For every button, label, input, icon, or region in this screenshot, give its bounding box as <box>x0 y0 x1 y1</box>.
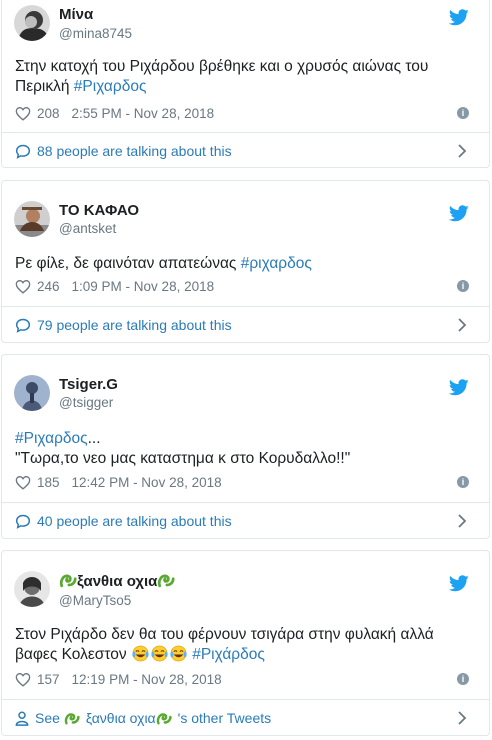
like-count[interactable]: 185 <box>37 475 60 490</box>
tweet-text-line: βαφες Κολεστον <box>15 646 131 663</box>
tweet-text: Στον Ριχάρδο δεν θα του φέρνουν τσιγάρα … <box>15 625 475 665</box>
tears-of-joy-emoji <box>131 645 188 663</box>
tweet-text: #Ριχαρδος... "Τωρα,το νεο μας καταστημα … <box>15 429 475 469</box>
tweet-meta: 185 12:42 PM - Nov 28, 2018 <box>15 473 222 491</box>
talking-about-text: 79 people are talking about this <box>37 317 232 333</box>
hashtag-link[interactable]: #Ριχαρδος <box>74 78 147 95</box>
author-handle[interactable]: @tsigger <box>59 395 113 410</box>
tweet-meta: 208 2:55 PM - Nov 28, 2018 <box>15 104 214 122</box>
speech-bubble-icon <box>15 514 31 529</box>
tweet-card: Tsiger.G @tsigger #Ριχαρδος... "Τωρα,το … <box>1 354 490 539</box>
tweet-text-body: "Τωρα,το νεο μας καταστημα κ στο Κορυδαλ… <box>15 450 351 467</box>
ellipsis: ... <box>87 430 101 447</box>
tweet-meta: 157 12:19 PM - Nov 28, 2018 <box>15 670 222 688</box>
info-icon[interactable]: i <box>457 476 469 488</box>
author-name-text: ξανθια οχια <box>77 573 158 590</box>
tweet-card: ΤΟ ΚΑΦΑΟ @antsket Ρε φίλε, δε φαινόταν α… <box>1 180 490 343</box>
twitter-bird-icon[interactable] <box>449 9 469 26</box>
avatar[interactable] <box>14 571 50 607</box>
info-icon[interactable]: i <box>457 280 469 292</box>
timestamp[interactable]: 1:09 PM - Nov 28, 2018 <box>72 279 215 294</box>
person-icon <box>15 710 29 726</box>
see-prefix: See <box>35 710 64 726</box>
heart-icon[interactable] <box>15 106 31 121</box>
tweet-text: Στην κατοχή του Ριχάρδου βρέθηκε και ο χ… <box>15 57 475 97</box>
speech-bubble-icon <box>15 144 31 159</box>
see-author-name: ξανθια οχια <box>85 710 156 726</box>
info-icon[interactable]: i <box>457 673 469 685</box>
like-count[interactable]: 246 <box>37 279 60 294</box>
green-snake-emoji <box>64 712 80 724</box>
timestamp[interactable]: 12:19 PM - Nov 28, 2018 <box>72 672 222 687</box>
tweet-card: Μίνα @mina8745 Στην κατοχή του Ριχάρδου … <box>1 0 490 168</box>
speech-bubble-icon <box>15 318 31 333</box>
divider <box>2 502 489 503</box>
hashtag-link[interactable]: #Ριχάρδος <box>192 646 265 663</box>
divider <box>2 306 489 307</box>
tweet-text: Ρε φίλε, δε φαινόταν απατεώνας #ριχαρδος <box>15 254 475 274</box>
twitter-bird-icon[interactable] <box>449 205 469 222</box>
divider <box>2 132 489 133</box>
see-other-tweets-link[interactable]: See ξανθια οχια 's other Tweets <box>15 708 271 728</box>
heart-icon[interactable] <box>15 279 31 294</box>
talking-about-link[interactable]: 40 people are talking about this <box>15 511 232 531</box>
talking-about-text: 88 people are talking about this <box>37 143 232 159</box>
author-handle[interactable]: @antsket <box>59 221 116 236</box>
avatar[interactable] <box>14 201 50 237</box>
heart-icon[interactable] <box>15 475 31 490</box>
divider <box>2 699 489 700</box>
twitter-bird-icon[interactable] <box>449 379 469 396</box>
chevron-right-icon[interactable] <box>457 514 467 528</box>
avatar[interactable] <box>14 375 50 411</box>
tweet-text-line: Στον Ριχάρδο δεν θα του φέρνουν τσιγάρα … <box>15 626 434 643</box>
author-name[interactable]: Μίνα <box>59 6 93 23</box>
hashtag-link[interactable]: #Ριχαρδος <box>15 430 88 447</box>
like-count[interactable]: 208 <box>37 106 60 121</box>
timestamp[interactable]: 2:55 PM - Nov 28, 2018 <box>72 106 215 121</box>
author-handle[interactable]: @mina8745 <box>59 26 132 41</box>
talking-about-link[interactable]: 79 people are talking about this <box>15 315 232 335</box>
talking-about-text: 40 people are talking about this <box>37 513 232 529</box>
info-icon[interactable]: i <box>457 107 469 119</box>
chevron-right-icon[interactable] <box>457 711 467 725</box>
tweet-meta: 246 1:09 PM - Nov 28, 2018 <box>15 277 214 295</box>
tweet-text-body: Ρε φίλε, δε φαινόταν απατεώνας <box>15 255 241 272</box>
avatar[interactable] <box>14 5 50 41</box>
heart-icon[interactable] <box>15 672 31 687</box>
green-snake-emoji <box>59 574 77 588</box>
talking-about-link[interactable]: 88 people are talking about this <box>15 141 232 161</box>
chevron-right-icon[interactable] <box>457 144 467 158</box>
tweet-card: ξανθια οχια @MaryTso5 Στον Ριχάρδο δεν θ… <box>1 550 490 736</box>
author-name[interactable]: ΤΟ ΚΑΦΑΟ <box>59 202 139 219</box>
author-name[interactable]: Tsiger.G <box>59 376 118 393</box>
see-suffix: 's other Tweets <box>177 710 272 726</box>
author-handle[interactable]: @MaryTso5 <box>59 593 131 608</box>
chevron-right-icon[interactable] <box>457 318 467 332</box>
green-snake-emoji <box>156 712 172 724</box>
hashtag-link[interactable]: #ριχαρδος <box>241 255 312 272</box>
timestamp[interactable]: 12:42 PM - Nov 28, 2018 <box>72 475 222 490</box>
green-snake-emoji <box>158 574 175 588</box>
author-name[interactable]: ξανθια οχια <box>59 572 175 590</box>
like-count[interactable]: 157 <box>37 672 60 687</box>
twitter-bird-icon[interactable] <box>449 575 469 592</box>
